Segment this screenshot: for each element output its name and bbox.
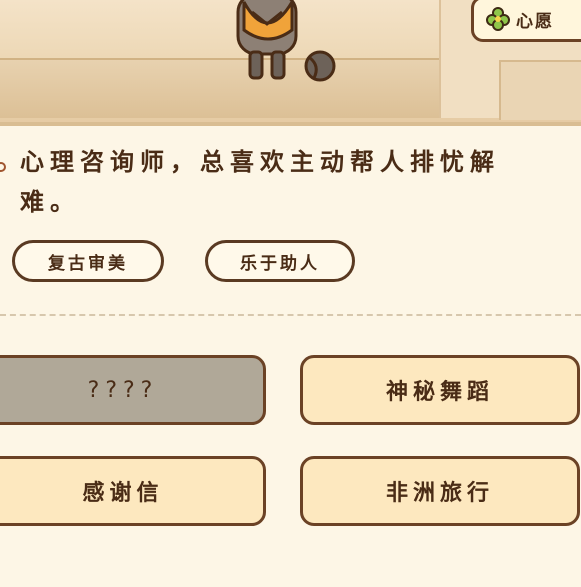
dashed-divider bbox=[0, 314, 581, 316]
option-mysterious-dance[interactable]: 神秘舞蹈 bbox=[300, 355, 580, 425]
description-line-2: 难。 bbox=[20, 188, 80, 216]
trait-tag-retro-aesthetic: 复古审美 bbox=[12, 240, 164, 282]
option-locked[interactable]: ???? bbox=[0, 355, 266, 425]
raccoon-character bbox=[236, 0, 336, 82]
clover-icon bbox=[486, 7, 510, 31]
bullet-icon bbox=[0, 162, 6, 172]
description-line-1: 心理咨询师，总喜欢主动帮人排忧解 bbox=[20, 148, 500, 176]
option-thank-you-letter[interactable]: 感谢信 bbox=[0, 456, 266, 526]
wish-label: 心愿 bbox=[516, 11, 554, 32]
wish-button[interactable]: 心愿 bbox=[471, 0, 581, 42]
scene-illustration: 心愿 bbox=[0, 0, 581, 126]
option-africa-trip[interactable]: 非洲旅行 bbox=[300, 456, 580, 526]
trait-tag-helpful: 乐于助人 bbox=[205, 240, 355, 282]
scene-step-lower bbox=[499, 60, 581, 120]
